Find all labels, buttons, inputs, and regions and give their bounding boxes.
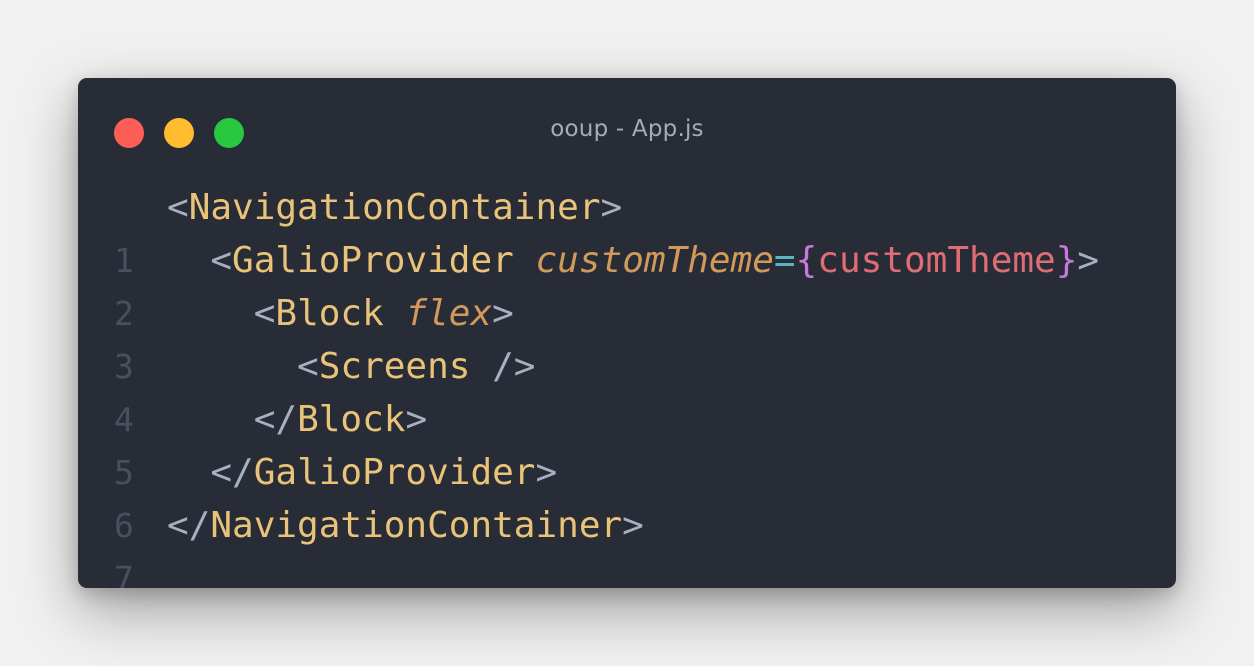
tag-close-bracket: > [622,505,644,546]
code-line: 3 <Block flex> [78,287,1176,386]
tag-name: Block [297,399,406,440]
brace-open: { [795,240,818,281]
attribute-name: flex [405,293,493,334]
line-code: </NavigationContainer> [167,499,644,552]
code-area: 1 <NavigationContainer> 2 <GalioProvider… [78,181,1176,588]
closing-tag-open-bracket: </ [253,399,298,440]
attribute-name: customTheme [535,240,774,281]
tag-name: Block [275,293,384,334]
self-closing-bracket: /> [470,346,536,387]
code-line: 2 <GalioProvider customTheme={customThem… [78,234,1176,333]
tag-name: GalioProvider [232,240,514,281]
code-line: 4 <Screens /> [78,340,1176,439]
line-code: <NavigationContainer> [167,181,622,234]
line-code: <Block flex> [167,287,514,340]
line-code: <GalioProvider customTheme={customTheme}… [167,234,1099,287]
editor-window: ooup - App.js 1 <NavigationContainer> 2 … [78,78,1176,588]
closing-tag-open-bracket: </ [167,505,211,546]
tag-close-bracket: > [492,293,514,334]
attribute-expression: customTheme [817,240,1056,281]
brace-close: } [1055,240,1078,281]
tag-open-bracket: < [253,293,276,334]
tag-open-bracket: < [297,346,319,387]
tag-name: GalioProvider [253,452,536,493]
tag-close-bracket: > [535,452,558,493]
line-number: 7 [114,559,134,588]
tag-close-bracket: > [600,187,623,228]
tag-close-bracket: > [405,399,428,440]
code-line: 5 </Block> [78,393,1176,492]
line-code: <Screens /> [167,340,535,393]
equals-sign: = [773,240,796,281]
tag-name: Screens [318,346,471,387]
tag-close-bracket: > [1077,240,1100,281]
tag-name: NavigationContainer [188,187,601,228]
line-code: </Block> [167,393,427,446]
closing-tag-open-bracket: </ [210,452,254,493]
code-line: 7 </NavigationContainer> [78,499,1176,588]
tag-open-bracket: < [167,187,189,228]
tag-name: NavigationContainer [210,505,623,546]
code-line: 6 </GalioProvider> [78,446,1176,545]
code-line: 1 <NavigationContainer> [78,181,1176,280]
window-title: ooup - App.js [550,116,704,142]
title-bar: ooup - App.js [78,78,1176,184]
line-code: </GalioProvider> [167,446,557,499]
tag-open-bracket: < [210,240,233,281]
